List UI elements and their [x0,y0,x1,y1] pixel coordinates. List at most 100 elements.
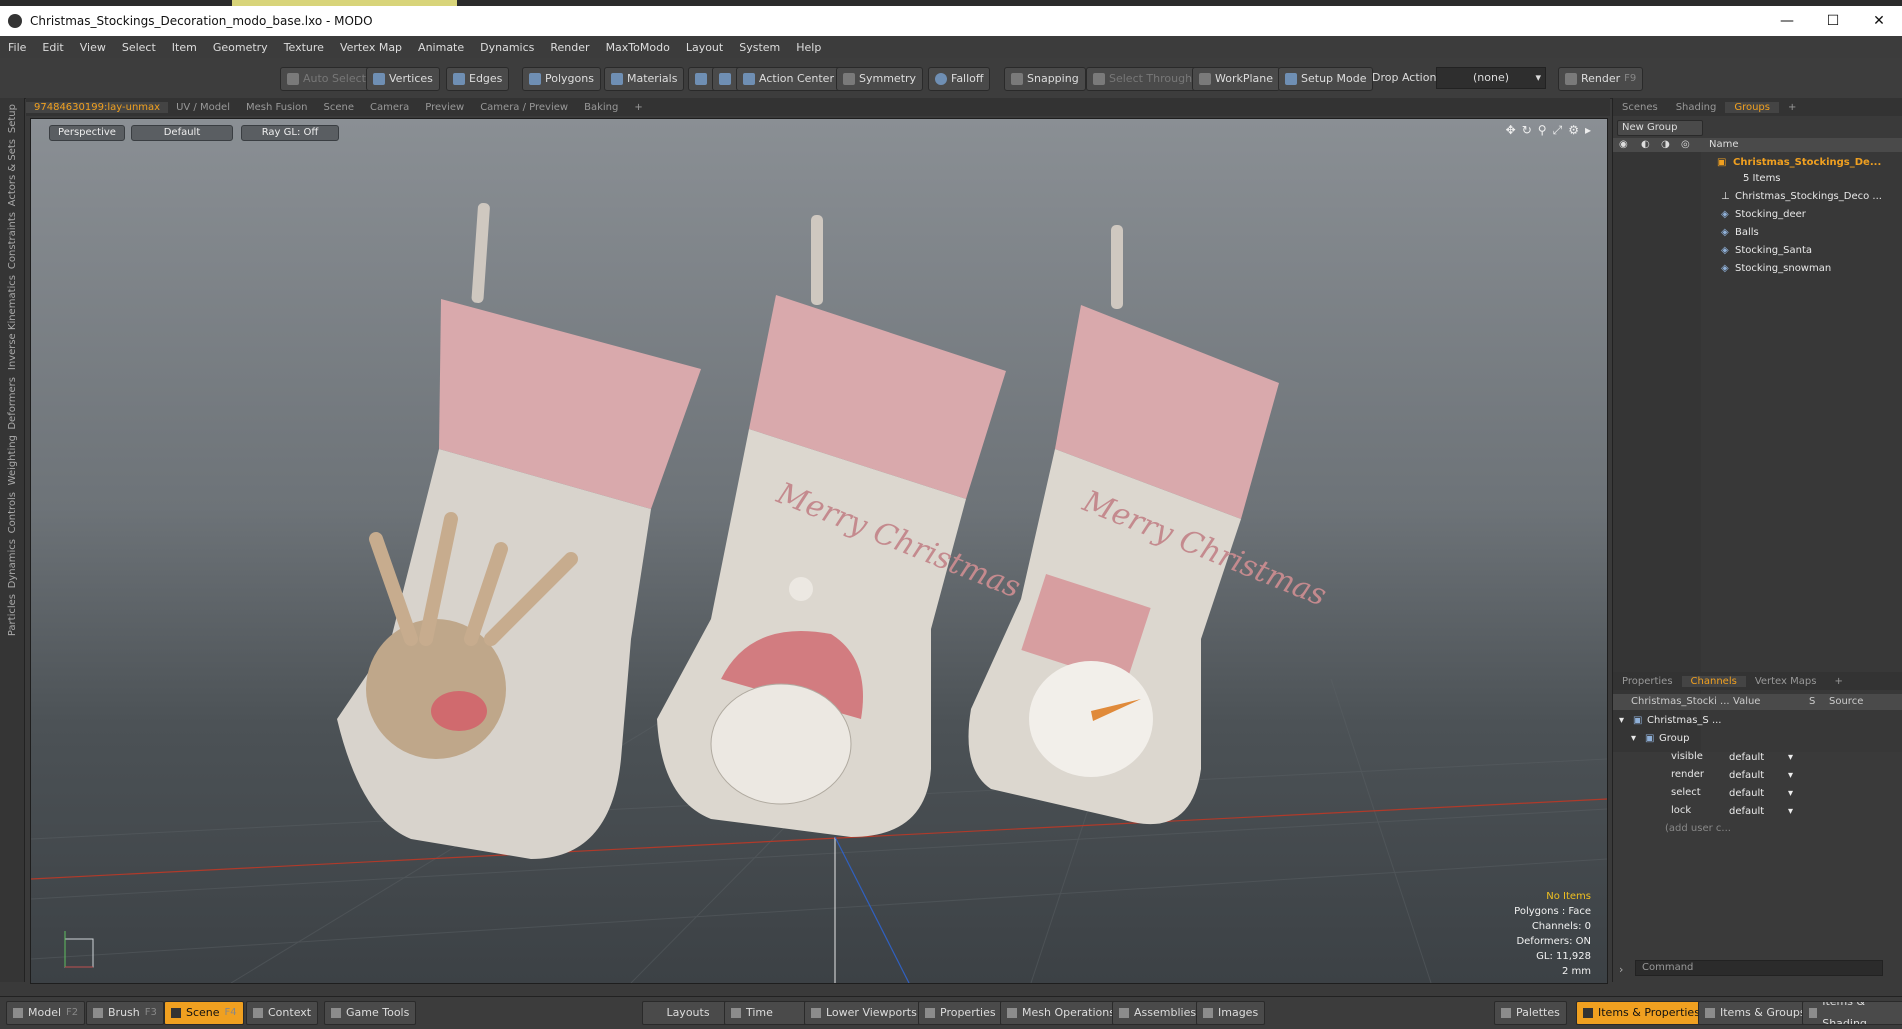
falloff-button[interactable]: Falloff [928,67,991,91]
table-row[interactable]: render default ▾ [1613,766,1902,784]
select-through-button[interactable]: Select Through [1086,67,1200,91]
menu-dynamics[interactable]: Dynamics [472,41,542,54]
menu-select[interactable]: Select [114,41,164,54]
list-item[interactable]: ◈ Balls [1613,224,1902,242]
table-row[interactable]: select default ▾ [1613,784,1902,802]
add-tab-button[interactable]: + [1825,676,1851,687]
menu-render[interactable]: Render [542,41,597,54]
channels-group-row[interactable]: ▾ ▣ Group [1613,730,1902,748]
lock-toggle-icon[interactable]: ◑ [1661,138,1670,152]
menu-maxtomodo[interactable]: MaxToModo [598,41,678,54]
context-layout-button[interactable]: Context [246,1001,319,1025]
layouts-button[interactable]: Layouts [642,1001,734,1025]
tab-shading[interactable]: Shading [1667,102,1726,113]
list-item[interactable]: ⊥ Christmas_Stockings_Deco ... [1613,188,1902,206]
symmetry-button[interactable]: Symmetry [836,67,924,91]
channel-value-dropdown[interactable]: default ▾ [1729,785,1793,801]
polygons-button[interactable]: Polygons [522,67,601,91]
menu-item[interactable]: Item [164,41,205,54]
channels-item-row[interactable]: ▾ ▣ Christmas_S ... [1613,712,1902,730]
tab-vertex-maps[interactable]: Vertex Maps [1746,676,1826,687]
time-button[interactable]: Time [724,1001,808,1025]
table-row[interactable]: lock default ▾ [1613,802,1902,820]
properties-panel-button[interactable]: Properties [918,1001,1003,1025]
render-button[interactable]: Render F9 [1558,67,1644,91]
vertices-button[interactable]: Vertices [366,67,440,91]
side-tab-dynamics[interactable]: Dynamics [7,539,18,588]
menu-help[interactable]: Help [788,41,829,54]
side-tab-actors-sets[interactable]: Actors & Sets [7,139,18,206]
maximize-button[interactable]: ☐ [1810,6,1856,36]
channels-col-s[interactable]: S [1809,694,1815,710]
mesh-operations-button[interactable]: Mesh Operations [1000,1001,1122,1025]
auto-select-button[interactable]: Auto Select [280,67,373,91]
menu-geometry[interactable]: Geometry [205,41,276,54]
tab-lay-unmax[interactable]: 97484630199:lay-unmax [26,101,169,113]
images-button[interactable]: Images [1196,1001,1266,1025]
channel-value-dropdown[interactable]: default ▾ [1729,767,1793,783]
menu-layout[interactable]: Layout [678,41,731,54]
side-tab-deformers[interactable]: Deformers [7,377,18,430]
game-tools-layout-button[interactable]: Game Tools [324,1001,417,1025]
side-tab-particles[interactable]: Particles [7,594,18,636]
select-toggle-icon[interactable]: ◎ [1681,138,1690,152]
expand-icon[interactable]: ▾ [1631,730,1636,748]
list-item[interactable]: ◈ Stocking_snowman [1613,260,1902,278]
drop-action-dropdown[interactable]: (none) ▾ [1436,67,1546,89]
edges-button[interactable]: Edges [446,67,510,91]
setup-mode-button[interactable]: Setup Mode [1278,67,1374,91]
menu-texture[interactable]: Texture [276,41,332,54]
items-shading-button[interactable]: Items & Shading [1802,1001,1902,1025]
menu-edit[interactable]: Edit [34,41,71,54]
model-layout-button[interactable]: Model F2 [6,1001,86,1025]
add-user-channel-row[interactable]: (add user c... [1613,820,1902,838]
channels-col-name[interactable]: Christmas_Stocki ... [1631,694,1730,710]
snapping-button[interactable]: Snapping [1004,67,1086,91]
side-tab-setup[interactable]: Setup [7,104,18,133]
new-group-button[interactable]: New Group [1617,120,1703,136]
channels-col-source[interactable]: Source [1829,694,1863,710]
materials-button[interactable]: Materials [604,67,685,91]
add-tab-button[interactable]: + [626,102,650,113]
menu-system[interactable]: System [731,41,788,54]
tab-channels[interactable]: Channels [1681,675,1746,687]
table-row[interactable]: visible default ▾ [1613,748,1902,766]
tab-camera-preview[interactable]: Camera / Preview [472,102,576,113]
tab-groups[interactable]: Groups [1725,101,1779,113]
close-button[interactable]: ✕ [1856,6,1902,36]
lower-viewports-button[interactable]: Lower Viewports [804,1001,924,1025]
items-groups-button[interactable]: Items & Groups [1698,1001,1813,1025]
palettes-button[interactable]: Palettes [1494,1001,1567,1025]
channel-value-dropdown[interactable]: default ▾ [1729,749,1793,765]
items-properties-button[interactable]: Items & Properties [1576,1001,1707,1025]
side-tab-controls[interactable]: Controls [7,492,18,533]
stocking-deer[interactable] [337,203,701,859]
3d-viewport[interactable]: Perspective Default Ray GL: Off ✥ ↻ ⚲ ⤢ … [30,118,1608,984]
channel-value-dropdown[interactable]: default ▾ [1729,803,1793,819]
visibility-eye-icon[interactable]: ◉ [1619,138,1628,152]
tab-scenes[interactable]: Scenes [1613,102,1667,113]
menu-view[interactable]: View [72,41,114,54]
command-input[interactable]: Command [1635,960,1883,976]
tab-preview[interactable]: Preview [417,102,472,113]
expand-icon[interactable]: ▾ [1619,712,1624,730]
side-tab-weighting[interactable]: Weighting [7,435,18,485]
tab-camera[interactable]: Camera [362,102,417,113]
menu-animate[interactable]: Animate [410,41,472,54]
workplane-button[interactable]: WorkPlane [1192,67,1281,91]
tab-baking[interactable]: Baking [576,102,626,113]
action-center-button[interactable]: Action Center [736,67,841,91]
brush-layout-button[interactable]: Brush F3 [86,1001,164,1025]
minimize-button[interactable]: — [1764,6,1810,36]
render-toggle-icon[interactable]: ◐ [1641,138,1650,152]
list-item[interactable]: ◈ Stocking_Santa [1613,242,1902,260]
name-column-header[interactable]: Name [1709,138,1739,152]
stocking-snowman[interactable]: Merry Christmas [968,225,1332,825]
channels-col-value[interactable]: Value [1733,694,1760,710]
tab-scene[interactable]: Scene [316,102,363,113]
add-tab-button[interactable]: + [1779,102,1805,113]
tab-mesh-fusion[interactable]: Mesh Fusion [238,102,316,113]
scene-layout-button[interactable]: Scene F4 [164,1001,244,1025]
tab-uv-model[interactable]: UV / Model [168,102,238,113]
side-tab-inverse-kinematics[interactable]: Inverse Kinematics [7,275,18,370]
